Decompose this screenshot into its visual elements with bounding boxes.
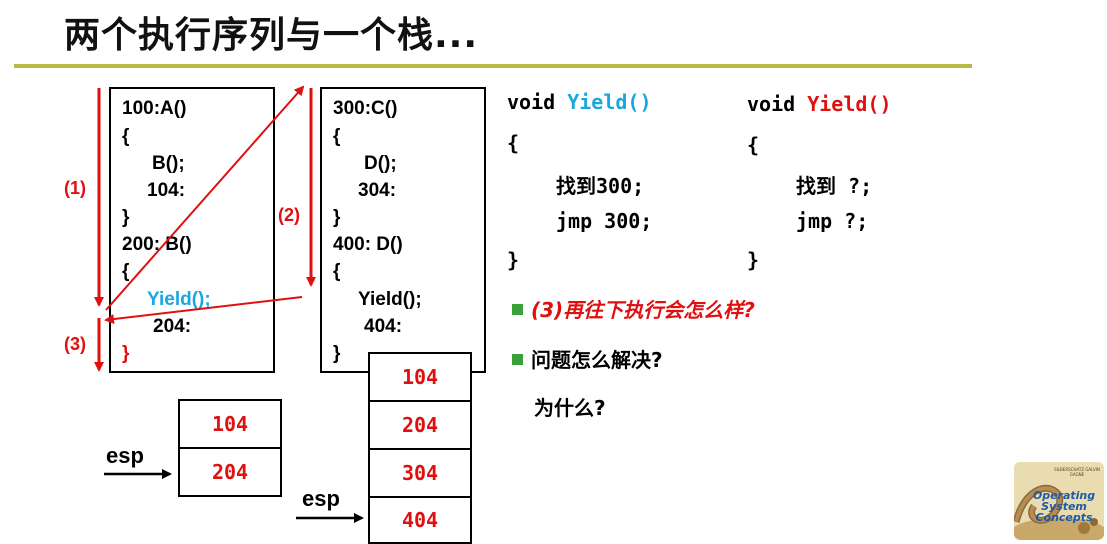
- question-1-text: (3)再往下执行会怎么样?: [531, 298, 755, 322]
- yield-v1-open-brace: {: [507, 131, 520, 155]
- arrow-switch-to-c: [105, 85, 305, 311]
- yield-v2-signature: void Yield(): [747, 92, 892, 116]
- question-2-text: 问题怎么解决?: [531, 348, 663, 372]
- yield-v1-void: void: [507, 90, 556, 114]
- esp-label-right: esp: [302, 486, 340, 511]
- bullet-square-icon: [512, 304, 523, 315]
- stack-left-cell: 104: [178, 399, 282, 449]
- question-3: 为什么?: [534, 396, 606, 420]
- question-2: 问题怎么解决?: [512, 344, 663, 373]
- execution-arrows: [94, 85, 364, 523]
- stack-right-cell: 204: [368, 400, 472, 450]
- arrow-switch-back: [104, 296, 303, 325]
- yield-v1-line2: jmp 300;: [556, 209, 653, 233]
- logo-authors: SILBERSCHATZ GALVIN GAGNE: [1054, 467, 1100, 477]
- yield-v2-line1: 找到 ?;: [796, 170, 872, 199]
- bullet-square-icon: [512, 354, 523, 365]
- esp-label-left: esp: [106, 443, 144, 468]
- stack-right-cell: 404: [368, 496, 472, 544]
- stack-right-cell: 304: [368, 448, 472, 498]
- stack-left-cell: 204: [178, 447, 282, 497]
- yield-v1-line1-cn: 找到: [556, 174, 596, 198]
- yield-v2-name: Yield(): [807, 92, 892, 116]
- yield-v2-line1-rest: ?;: [836, 174, 873, 198]
- yield-v2-line1-cn: 找到: [796, 174, 836, 198]
- logo-title: Operating System Concepts: [1024, 490, 1104, 523]
- yield-v2-open-brace: {: [747, 133, 760, 157]
- yield-v2-line2: jmp ?;: [796, 209, 869, 233]
- stack-right-cell: 104: [368, 352, 472, 402]
- os-concepts-logo: SILBERSCHATZ GALVIN GAGNE Operating Syst…: [1014, 462, 1104, 540]
- yield-v1-line1-rest: 300;: [596, 174, 645, 198]
- yield-v1-close-brace: }: [507, 248, 520, 272]
- yield-v1-name: Yield(): [567, 90, 652, 114]
- question-1: (3)再往下执行会怎么样?: [512, 294, 755, 323]
- yield-v2-void: void: [747, 92, 796, 116]
- yield-v1-line1: 找到300;: [556, 170, 644, 199]
- yield-v2-close-brace: }: [747, 248, 760, 272]
- logo-title-line3: Concepts: [1035, 511, 1093, 524]
- yield-v1-signature: void Yield(): [507, 90, 652, 114]
